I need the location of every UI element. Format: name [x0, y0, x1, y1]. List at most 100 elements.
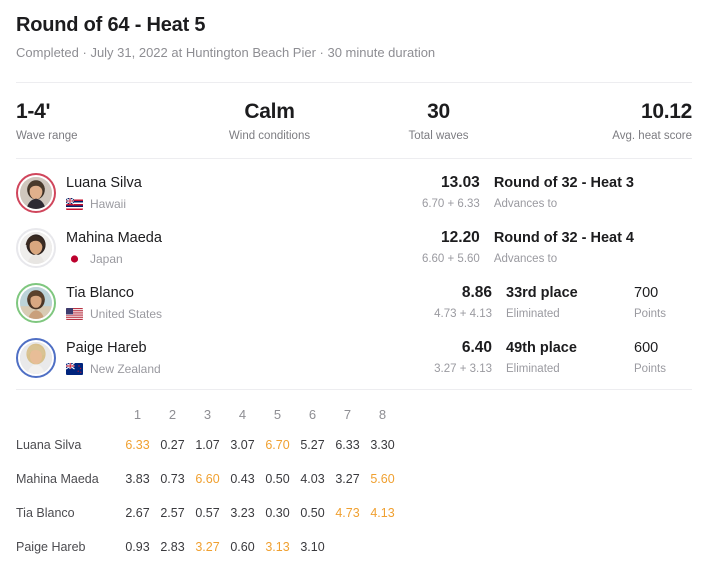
wave-column-header: 7 — [343, 406, 352, 422]
athlete-row[interactable]: Paige Hareb New Zealand 6.40 3.27 + 3.13… — [16, 330, 692, 385]
score-total: 6.40 — [461, 339, 492, 356]
wave-row-name: Mahina Maeda — [16, 472, 99, 486]
wave-cell: 4.03 — [300, 472, 325, 486]
usa-flag-icon — [66, 307, 83, 320]
avatar — [20, 231, 52, 264]
stat-avg-heat-score: 10.12 Avg. heat score — [523, 99, 692, 144]
athlete-row[interactable]: Luana Silva Hawaii 13.03 6.70 + 6.33 Rou… — [16, 165, 692, 220]
wave-cell: 4.73 — [335, 506, 360, 520]
table-row: Luana Silva 6.33 0.27 1.07 3.07 6.70 5.2… — [16, 428, 400, 462]
country-label: United States — [90, 306, 163, 321]
wave-cell: 5.60 — [370, 472, 395, 486]
wave-cell: 3.30 — [370, 438, 395, 452]
athlete-score: 8.86 4.73 + 4.13 — [414, 283, 506, 322]
athlete-info: Tia Blanco United States — [66, 284, 414, 322]
wave-cell: 3.27 — [195, 540, 220, 554]
points-value: 600 — [634, 340, 659, 356]
wave-cell: 3.10 — [300, 540, 325, 554]
stat-value: 1-4' — [16, 100, 51, 123]
points-label: Points — [634, 363, 666, 375]
waves-header-row: 1 2 3 4 5 6 7 8 — [16, 400, 400, 428]
wave-cell: 0.30 — [265, 506, 290, 520]
wave-column-header: 2 — [168, 406, 177, 422]
hawaii-flag-icon — [66, 197, 83, 210]
wave-column-header: 5 — [273, 406, 282, 422]
athlete-list: Luana Silva Hawaii 13.03 6.70 + 6.33 Rou… — [0, 159, 708, 389]
avatar — [20, 286, 52, 319]
athlete-status: 49th place Eliminated — [506, 338, 634, 377]
stat-value: 10.12 — [640, 100, 692, 123]
wave-cell: 5.27 — [300, 438, 325, 452]
points-label: Points — [634, 308, 666, 320]
score-breakdown: 4.73 + 4.13 — [434, 308, 492, 320]
athlete-status: Round of 32 - Heat 4 Advances to — [494, 228, 634, 267]
athlete-name: Paige Hareb — [66, 339, 147, 356]
wave-cell: 2.57 — [160, 506, 185, 520]
avatar — [20, 341, 52, 374]
wave-score-table: 1 2 3 4 5 6 7 8 Luana Silva 6.33 0.27 1.… — [0, 390, 708, 564]
status-sub: Advances to — [493, 198, 558, 210]
athlete-info: Mahina Maeda Japan — [66, 229, 402, 267]
table-row: Tia Blanco 2.67 2.57 0.57 3.23 0.30 0.50… — [16, 496, 400, 530]
wave-cell: 0.57 — [195, 506, 220, 520]
wave-column-header: 6 — [308, 406, 317, 422]
waves-table-body: Luana Silva 6.33 0.27 1.07 3.07 6.70 5.2… — [16, 428, 400, 564]
athlete-info: Luana Silva Hawaii — [66, 174, 402, 212]
stat-wave-range: 1-4' Wave range — [16, 99, 185, 144]
status-sub: Eliminated — [506, 363, 560, 375]
avatar-ring — [16, 337, 56, 378]
wave-cell: 6.33 — [335, 438, 360, 452]
status-sub: Eliminated — [506, 308, 560, 320]
avatar-ring — [16, 282, 56, 323]
avatar — [20, 176, 52, 209]
wave-cell: 2.67 — [125, 506, 150, 520]
wave-cell: 0.73 — [160, 472, 185, 486]
wave-row-name: Paige Hareb — [16, 540, 86, 554]
wave-cell: 0.50 — [300, 506, 325, 520]
country-label: New Zealand — [90, 361, 161, 376]
athlete-status: Round of 32 - Heat 3 Advances to — [494, 173, 634, 212]
athlete-row[interactable]: Tia Blanco United States 8.86 4.73 + 4.1… — [16, 275, 692, 330]
stat-value: 30 — [427, 100, 450, 123]
newzealand-flag-icon — [66, 362, 83, 375]
wave-cell: 0.43 — [230, 472, 255, 486]
heat-result-page: Round of 64 - Heat 5 Completed · July 31… — [0, 0, 708, 571]
table-row: Paige Hareb 0.93 2.83 3.27 0.60 3.13 3.1… — [16, 530, 400, 564]
athlete-info: Paige Hareb New Zealand — [66, 339, 414, 377]
heat-duration: 30 minute duration — [327, 45, 436, 60]
wave-row-name: Tia Blanco — [16, 506, 75, 520]
wave-cell: 3.23 — [230, 506, 255, 520]
status-main: Round of 32 - Heat 3 — [493, 175, 634, 191]
stat-total-waves: 30 Total waves — [354, 99, 523, 144]
wave-cell: 3.27 — [335, 472, 360, 486]
stat-label: Total waves — [408, 130, 469, 142]
athlete-row[interactable]: Mahina Maeda Japan 12.20 6.60 + 5.60 Rou… — [16, 220, 692, 275]
wave-cell: 1.07 — [195, 438, 220, 452]
athlete-country: United States — [66, 306, 414, 322]
athlete-points — [634, 246, 692, 249]
page-title: Round of 64 - Heat 5 — [16, 14, 206, 36]
heat-subtitle: Completed · July 31, 2022 at Huntington … — [16, 44, 692, 61]
points-value: 700 — [634, 285, 659, 301]
athlete-name: Tia Blanco — [66, 284, 134, 301]
athlete-points — [634, 191, 692, 194]
country-label: Hawaii — [90, 196, 127, 211]
wave-column-header: 3 — [203, 406, 212, 422]
score-total: 13.03 — [441, 174, 480, 191]
wave-cell: 3.07 — [230, 438, 255, 452]
athlete-name: Mahina Maeda — [66, 229, 162, 246]
score-breakdown: 6.70 + 6.33 — [421, 198, 480, 210]
heat-datetime: July 31, 2022 at Huntington Beach Pier — [90, 45, 316, 60]
athlete-score: 13.03 6.70 + 6.33 — [402, 173, 494, 212]
stat-label: Avg. heat score — [612, 130, 692, 142]
athlete-country: Hawaii — [66, 196, 402, 212]
waves-table: 1 2 3 4 5 6 7 8 Luana Silva 6.33 0.27 1.… — [16, 400, 400, 564]
wave-name-header — [16, 400, 120, 428]
athlete-name: Luana Silva — [66, 174, 142, 191]
wave-cell: 2.83 — [160, 540, 185, 554]
wave-cell — [365, 530, 400, 564]
wave-cell — [330, 530, 365, 564]
athlete-country: Japan — [66, 251, 402, 267]
score-breakdown: 3.27 + 3.13 — [434, 363, 492, 375]
stat-label: Wave range — [16, 130, 78, 142]
